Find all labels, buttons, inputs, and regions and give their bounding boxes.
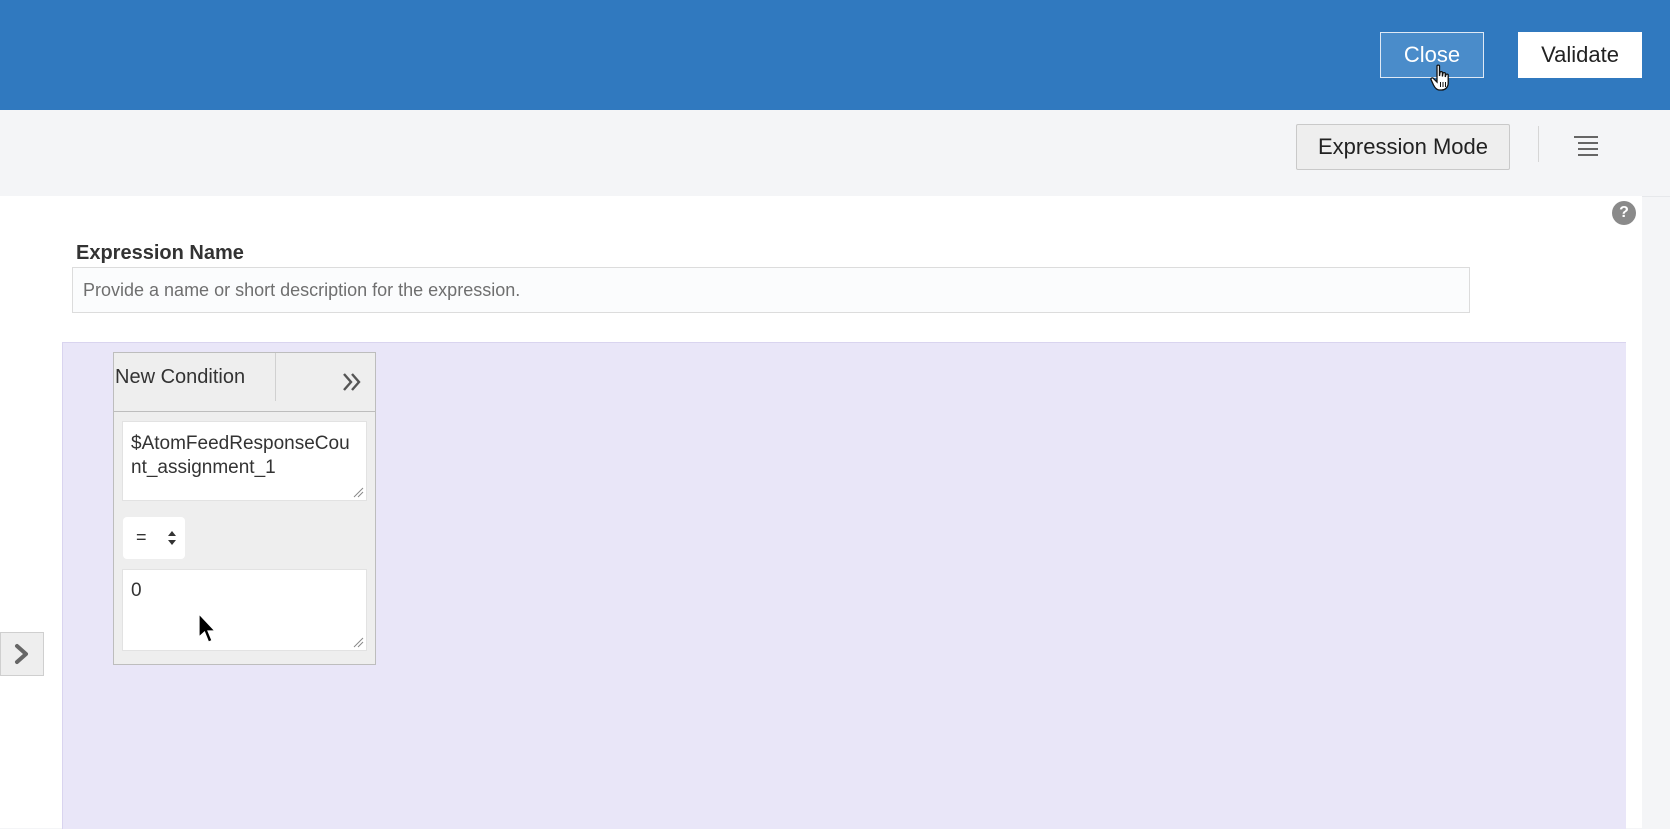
- operator-select[interactable]: =: [123, 517, 185, 559]
- right-operand-text: 0: [131, 580, 142, 601]
- left-operand-field[interactable]: $AtomFeedResponseCount_assignment_1: [122, 421, 367, 501]
- operator-value: =: [136, 527, 147, 547]
- expand-panel-button[interactable]: [0, 632, 44, 676]
- card-header-divider: [275, 353, 276, 401]
- resize-grip-icon[interactable]: [352, 636, 364, 648]
- condition-card: New Condition $AtomFeedResponseCount_ass…: [113, 352, 376, 665]
- right-operand-field[interactable]: 0: [122, 569, 367, 651]
- editor-toolbar: Expression Mode: [0, 110, 1670, 197]
- select-spinner-icon: [168, 531, 176, 545]
- condition-card-header: New Condition: [114, 353, 375, 412]
- expression-name-label: Expression Name: [76, 242, 244, 264]
- top-header-bar: Close Validate: [0, 0, 1670, 110]
- hand-pointer-cursor-icon: [1430, 64, 1449, 91]
- chevron-right-icon: [15, 644, 28, 664]
- expression-name-input[interactable]: [72, 267, 1470, 313]
- condition-title: New Condition: [115, 366, 246, 388]
- validate-button[interactable]: Validate: [1518, 32, 1642, 78]
- help-icon[interactable]: ?: [1612, 201, 1636, 225]
- expression-mode-button[interactable]: Expression Mode: [1296, 124, 1510, 170]
- resize-grip-icon[interactable]: [352, 486, 364, 498]
- hamburger-menu-icon[interactable]: [1572, 133, 1600, 161]
- double-chevron-right-icon[interactable]: [340, 369, 366, 395]
- toolbar-divider: [1538, 126, 1539, 162]
- left-operand-text: $AtomFeedResponseCount_assignment_1: [131, 433, 350, 478]
- arrow-cursor-icon: [198, 613, 217, 643]
